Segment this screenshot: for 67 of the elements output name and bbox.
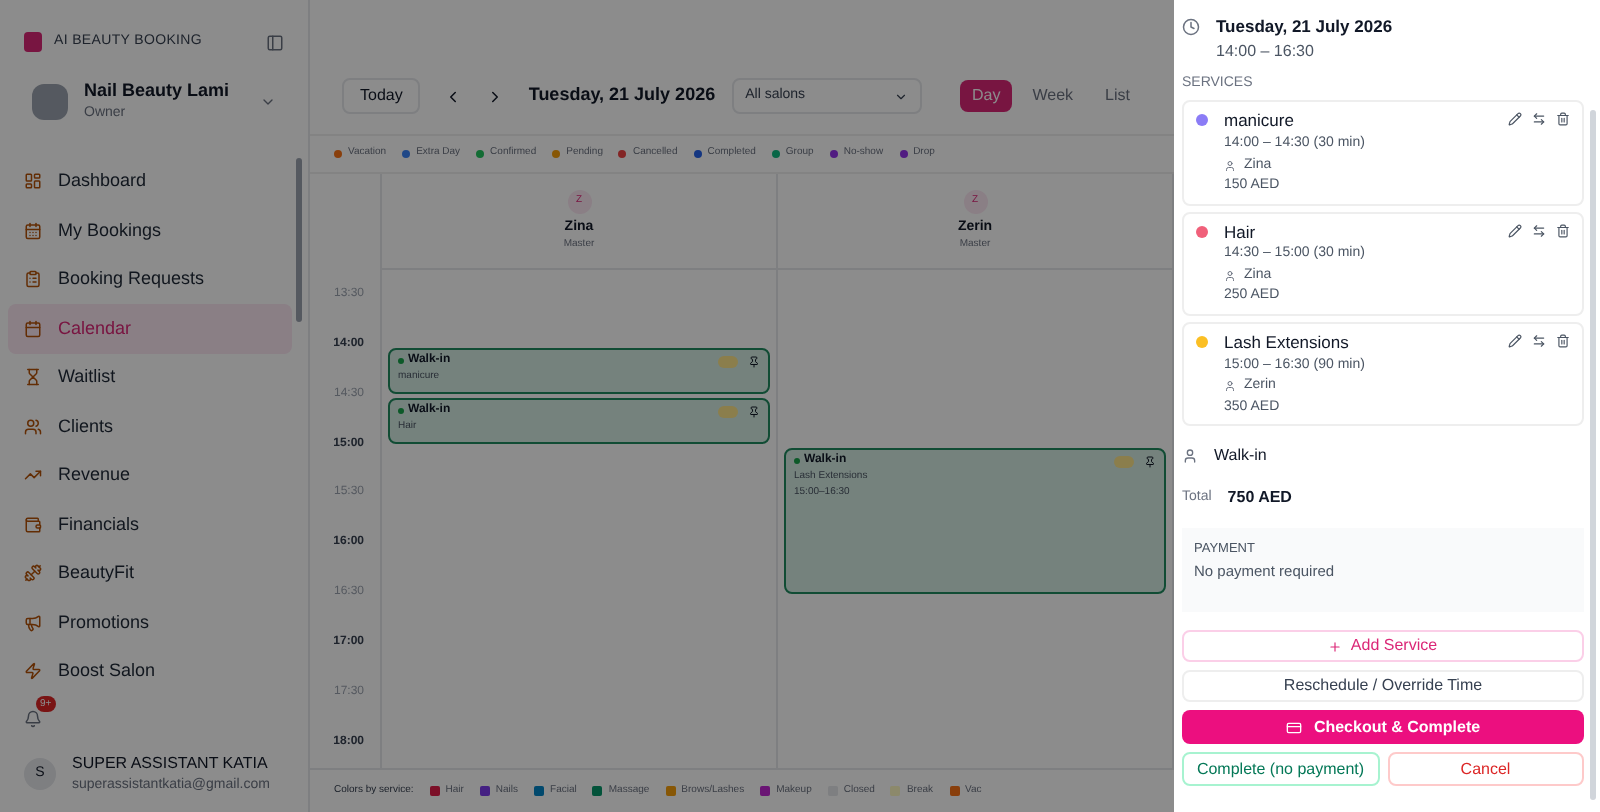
pin-icon[interactable]	[1144, 455, 1156, 467]
bell-icon[interactable]	[24, 710, 42, 728]
clock-icon	[1182, 18, 1200, 36]
client-name: Walk-in	[1214, 444, 1267, 468]
total-amount: 750 AED	[1227, 486, 1292, 510]
nav-icon	[24, 270, 42, 289]
nav-item[interactable]: Booking Requests	[8, 255, 292, 304]
service-name: manicure	[1224, 108, 1296, 134]
nav-item[interactable]: Boost Salon	[8, 647, 292, 696]
nav-item[interactable]: My Bookings	[8, 206, 292, 255]
delete-icon[interactable]	[1556, 333, 1570, 348]
nav-item[interactable]: Financials	[8, 500, 292, 549]
nav-icon	[24, 564, 42, 583]
view-tab[interactable]: Day	[960, 80, 1013, 112]
swap-icon[interactable]	[1532, 223, 1546, 237]
plus-icon	[1328, 639, 1343, 653]
user-name: SUPER ASSISTANT KATIA	[72, 751, 270, 775]
nav-item[interactable]: Revenue	[8, 451, 292, 500]
checkout-button[interactable]: Checkout & Complete	[1182, 710, 1584, 744]
card-icon	[1285, 719, 1302, 735]
logo-icon	[24, 32, 42, 53]
scrollbar[interactable]	[296, 157, 302, 321]
delete-icon[interactable]	[1556, 223, 1570, 237]
nav-icon	[24, 221, 42, 240]
current-date: Tuesday, 21 July 2026	[528, 82, 716, 109]
person-icon	[1182, 448, 1198, 464]
nav-icon	[24, 466, 42, 485]
appointment-time-range: 14:00 – 16:30	[1216, 39, 1316, 64]
edit-icon[interactable]	[1508, 333, 1522, 348]
nav-item[interactable]: Calendar	[8, 304, 292, 353]
sidebar-toggle-icon[interactable]	[266, 33, 284, 52]
cancel-button[interactable]: Cancel	[1387, 752, 1584, 786]
today-button[interactable]: Today	[342, 78, 421, 114]
nav-item[interactable]: BeautyFit	[8, 549, 292, 598]
edit-icon[interactable]	[1508, 112, 1522, 127]
nav-icon	[24, 417, 42, 436]
nav-item[interactable]: Promotions	[8, 598, 292, 647]
nav-item[interactable]: Dashboard	[8, 157, 292, 206]
edit-icon[interactable]	[1508, 223, 1522, 237]
person-icon	[1224, 270, 1236, 282]
nav-icon	[24, 662, 42, 681]
nav-icon	[24, 172, 42, 191]
avatar	[32, 83, 68, 119]
reschedule-button[interactable]: Reschedule / Override Time	[1182, 670, 1584, 702]
pin-icon[interactable]	[748, 355, 760, 367]
person-icon	[1224, 159, 1236, 172]
complete-button[interactable]: Complete (no payment)	[1182, 752, 1379, 786]
service-name: Lash Extensions	[1224, 329, 1351, 355]
person-icon	[1224, 380, 1236, 393]
swap-icon[interactable]	[1532, 333, 1546, 348]
nav-icon	[24, 515, 42, 534]
pin-icon[interactable]	[748, 405, 760, 417]
chevron-icon	[893, 89, 908, 103]
account-name: Nail Beauty Lami	[84, 77, 230, 104]
nav-icon	[24, 319, 42, 338]
scrollbar[interactable]	[1590, 110, 1596, 800]
view-tab[interactable]: List	[1093, 80, 1142, 112]
view-tab[interactable]: Week	[1020, 80, 1086, 112]
appointment-date: Tuesday, 21 July 2026	[1216, 14, 1393, 40]
nav-item[interactable]: Waitlist	[8, 353, 292, 402]
swap-icon[interactable]	[1532, 112, 1546, 127]
add-service-button[interactable]: Add Service	[1182, 630, 1584, 662]
nav-icon	[24, 368, 42, 387]
nav-item[interactable]: Clients	[8, 402, 292, 451]
service-name: Hair	[1224, 219, 1258, 245]
nav-icon	[24, 613, 42, 632]
delete-icon[interactable]	[1556, 112, 1570, 127]
